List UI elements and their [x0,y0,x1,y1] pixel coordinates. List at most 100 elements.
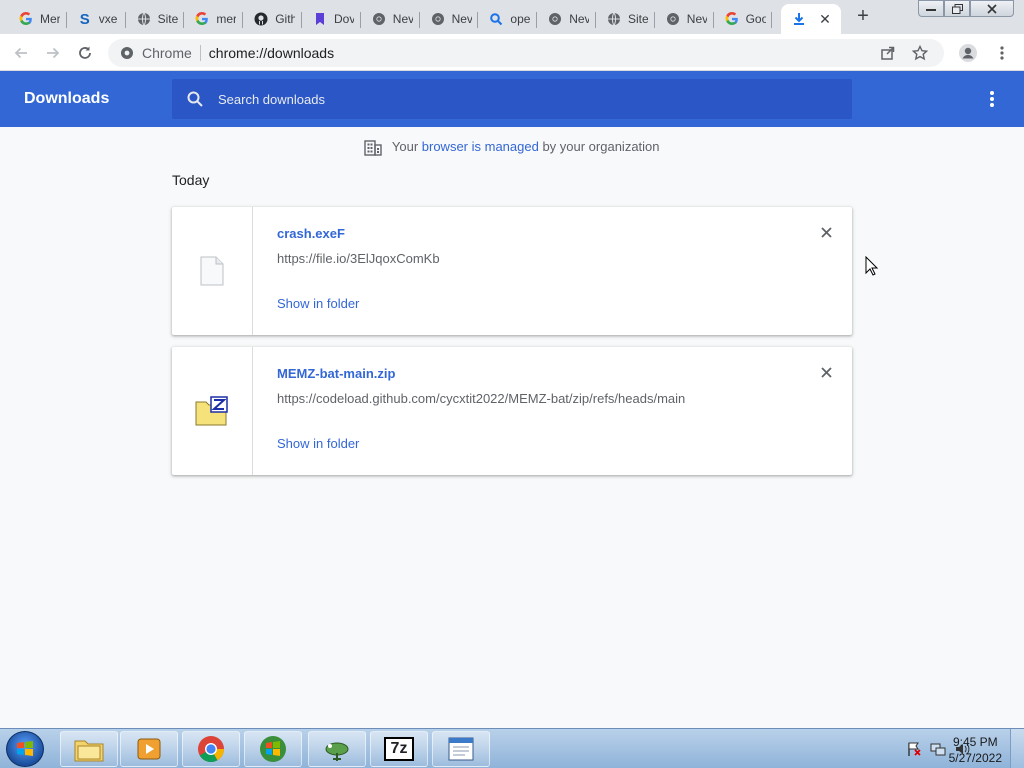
tab-downloads[interactable]: ✕ [781,4,841,34]
back-button[interactable] [9,41,33,65]
action-center-flag-icon[interactable] [906,741,922,757]
download-item-icon-area [172,207,253,335]
bookmark-star-icon[interactable] [908,41,932,65]
show-desktop-button[interactable] [1010,729,1024,768]
chrome-icon [198,736,225,763]
share-icon[interactable] [876,41,900,65]
tab-2[interactable]: Svxe [67,4,126,34]
new-tab-button[interactable]: + [852,6,874,28]
chrome-icon [430,11,446,27]
start-button[interactable] [6,731,44,767]
chrome-icon [371,11,387,27]
system-clock[interactable]: 9:45 PM 5/27/2022 [949,734,1002,766]
address-bar[interactable]: Chrome chrome://downloads [108,39,944,67]
download-filename-link[interactable]: crash.exeF [277,226,345,241]
tab-10[interactable]: Nev [537,4,596,34]
tab-11[interactable]: Site [596,4,655,34]
chrome-icon [665,11,681,27]
tab-title: Site [157,12,178,26]
window-controls [918,0,1014,17]
mouse-cursor-icon [865,256,879,276]
github-icon [253,11,269,27]
more-actions-icon[interactable] [982,91,1002,107]
window-close-button[interactable] [970,0,1014,17]
download-source-url: https://codeload.github.com/cycxtit2022/… [277,391,686,406]
taskbar-chrome[interactable] [182,731,240,767]
tab-title: Site [628,12,648,26]
tab-title: mer [216,12,237,26]
google-icon [194,11,210,27]
show-in-folder-link[interactable]: Show in folder [277,436,359,451]
network-icon[interactable] [930,741,946,757]
google-icon [724,11,740,27]
tab-title: Mer [40,12,60,26]
taskbar-media-player[interactable] [120,731,178,767]
browser-toolbar: Chrome chrome://downloads [0,34,1024,71]
restore-button[interactable] [944,0,970,17]
chrome-icon [547,11,563,27]
tab-13[interactable]: Goo [714,4,773,34]
tab-title: Gith [275,12,296,26]
managed-notice: Your browser is managed by your organiza… [0,139,1024,156]
s-icon: S [79,10,90,28]
taskbar: 7z 9:45 PM 5/27/2022 [0,728,1024,768]
download-item: crash.exeF https://file.io/3ElJqoxComKb … [172,207,852,335]
remove-download-icon[interactable] [818,224,834,240]
managed-text-pre: Your [391,139,422,154]
tab-title: Nev [686,12,707,26]
taskbar-gecko-app[interactable] [308,731,366,767]
tab-4[interactable]: mer [184,4,244,34]
search-box[interactable] [172,79,852,119]
back-arrow-icon [14,47,27,59]
chrome-menu-icon[interactable] [990,41,1014,65]
tab-8[interactable]: Nev [420,4,479,34]
tab-title: vxe [98,12,118,26]
download-icon [791,11,807,27]
reload-icon [79,46,91,59]
profile-avatar-icon[interactable] [956,41,980,65]
chrome-site-icon [121,47,133,59]
download-item-icon-area [172,347,253,475]
google-icon [18,11,34,27]
omnibox-divider [199,45,201,61]
download-filename-link[interactable]: MEMZ-bat-main.zip [277,366,395,381]
tab-title: Dov [334,12,354,26]
managed-link[interactable]: browser is managed [422,139,539,154]
download-source-url: https://file.io/3ElJqoxComKb [277,251,440,266]
tab-12[interactable]: Nev [655,4,714,34]
tab-3[interactable]: Site [126,4,185,34]
tab-title: Nev [569,12,590,26]
site-chip: Chrome [142,45,192,61]
taskbar-7zip[interactable]: 7z [370,731,428,767]
taskbar-file-explorer[interactable] [60,731,118,767]
remove-download-icon[interactable] [818,364,834,380]
bookmark-icon [312,11,328,27]
downloads-header: Downloads [0,71,1024,127]
clock-time: 9:45 PM [952,735,998,749]
tab-close-icon[interactable]: ✕ [817,11,833,27]
search-downloads-input[interactable] [218,91,818,107]
tab-6[interactable]: Dov [302,4,361,34]
globe-icon [606,11,622,27]
taskbar-windows-app[interactable] [244,731,302,767]
reload-button[interactable] [73,41,97,65]
tab-5[interactable]: Gith [243,4,302,34]
taskbar-notepad[interactable] [432,731,490,767]
forward-button[interactable] [41,41,65,65]
windows-logo-icon [17,741,33,756]
tab-7[interactable]: Nev [361,4,420,34]
tab-1[interactable]: Mer [8,4,67,34]
windows-orb-icon [260,736,286,762]
globe-icon [136,11,152,27]
file-explorer-icon [74,740,104,762]
page-title: Downloads [24,90,110,107]
search-icon [187,91,203,107]
tab-title: Goo [745,12,766,26]
url-text[interactable]: chrome://downloads [209,45,334,61]
download-item: MEMZ-bat-main.zip https://codeload.githu… [172,347,852,475]
minimize-button[interactable] [918,0,944,17]
tab-9[interactable]: ope [478,4,538,34]
date-section-header: Today [172,172,210,188]
zip-file-icon [195,396,228,426]
show-in-folder-link[interactable]: Show in folder [277,296,359,311]
